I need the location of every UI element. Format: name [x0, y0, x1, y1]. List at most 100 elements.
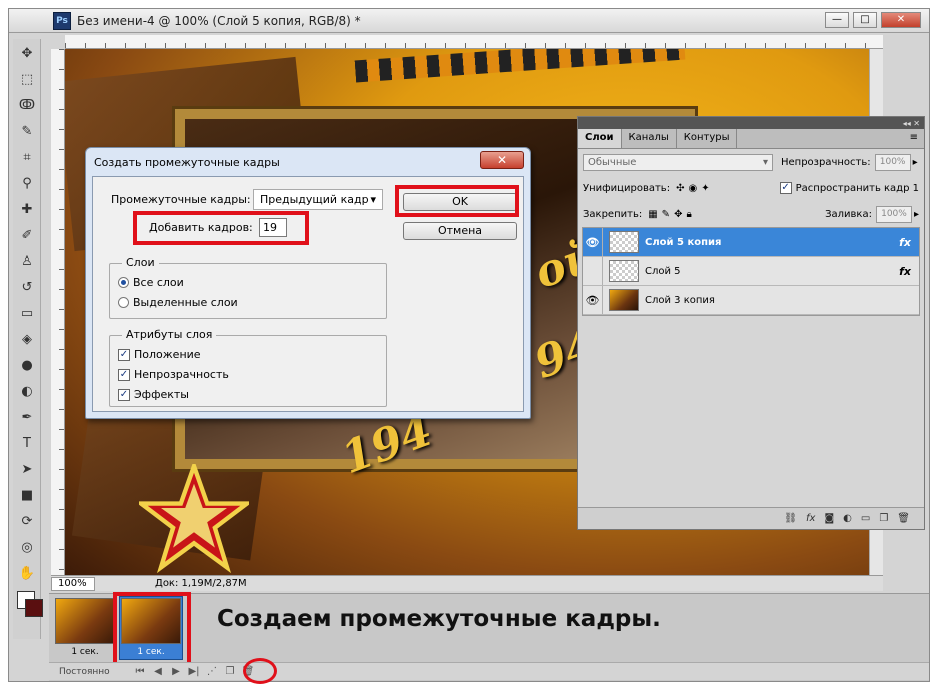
- fill-field[interactable]: 100%: [875, 205, 912, 223]
- layer-name: Слой 5: [645, 265, 681, 277]
- dodge-tool-icon[interactable]: ◐: [16, 380, 38, 402]
- eye-icon[interactable]: 👁︎: [583, 228, 603, 256]
- close-icon[interactable]: ✕: [480, 151, 524, 169]
- frames-to-add-field[interactable]: 19: [259, 218, 287, 237]
- close-icon[interactable]: ✕: [881, 12, 921, 28]
- parameters-group-title: Атрибуты слоя: [122, 328, 217, 341]
- opacity-checkbox[interactable]: ✓ Непрозрачность: [118, 368, 229, 381]
- layers-group: Слои Все слои Выделенные слои: [109, 256, 387, 319]
- loop-select[interactable]: Постоянно: [59, 667, 131, 677]
- maximize-icon[interactable]: □: [853, 12, 877, 28]
- healing-tool-icon[interactable]: ✚: [16, 198, 38, 220]
- effects-label: Эффекты: [134, 388, 189, 401]
- fill-arrow-icon[interactable]: ▸: [914, 209, 919, 220]
- radio-selected-icon: [118, 277, 129, 288]
- propagate-frame-checkbox[interactable]: ✓: [779, 182, 792, 194]
- document-size-info[interactable]: Док: 1,19M/2,87M: [155, 578, 247, 589]
- lock-transparency-icon[interactable]: ▦: [648, 209, 657, 220]
- layers-group-title: Слои: [122, 256, 159, 269]
- opacity-field[interactable]: 100%: [874, 153, 911, 171]
- lock-position-icon[interactable]: ✥: [674, 209, 682, 220]
- duplicate-frame-icon[interactable]: ❐: [221, 666, 239, 677]
- effects-checkbox[interactable]: ✓ Эффекты: [118, 388, 189, 401]
- eyedropper-tool-icon[interactable]: ⚲: [16, 172, 38, 194]
- selected-layers-radio[interactable]: Выделенные слои: [118, 296, 238, 309]
- blend-mode-select[interactable]: Обычные ▾: [583, 153, 773, 171]
- cancel-button[interactable]: Отмена: [403, 222, 517, 240]
- horizontal-ruler: [65, 35, 883, 49]
- layer-style-icon[interactable]: fx: [806, 513, 815, 524]
- eye-icon[interactable]: 👁︎: [583, 286, 603, 314]
- 3d-orbit-tool-icon[interactable]: ◎: [16, 536, 38, 558]
- highlight-frame: [395, 185, 519, 217]
- type-tool-icon[interactable]: T: [16, 432, 38, 454]
- adjustment-layer-icon[interactable]: ◐: [843, 513, 852, 524]
- photoshop-logo-icon: Ps: [53, 11, 71, 30]
- new-group-icon[interactable]: ▭: [861, 513, 870, 524]
- 3d-rotate-tool-icon[interactable]: ⟳: [16, 510, 38, 532]
- unify-position-icon[interactable]: ✣: [676, 183, 684, 194]
- trash-icon[interactable]: 🗑︎: [897, 513, 910, 524]
- shape-tool-icon[interactable]: ■: [16, 484, 38, 506]
- marquee-tool-icon[interactable]: ⬚: [16, 68, 38, 90]
- checkmark-icon: ✓: [118, 388, 130, 401]
- tab-paths[interactable]: Контуры: [677, 129, 738, 148]
- unify-style-icon[interactable]: ✦: [701, 183, 709, 194]
- panel-menu-icon[interactable]: ≡: [904, 129, 924, 148]
- panel-collapse-icon[interactable]: ◂◂ ✕: [578, 117, 924, 129]
- lasso-tool-icon[interactable]: ↂ: [16, 94, 38, 116]
- frame-delay[interactable]: 1 сек.: [55, 647, 115, 657]
- animation-frame-1[interactable]: [55, 598, 115, 644]
- all-layers-radio[interactable]: Все слои: [118, 276, 184, 289]
- layer-row[interactable]: 👁︎ Слой 5 копия fx: [583, 228, 919, 257]
- fx-icon[interactable]: fx: [899, 265, 911, 278]
- quick-select-tool-icon[interactable]: ✎: [16, 120, 38, 142]
- move-tool-icon[interactable]: ✥: [16, 42, 38, 64]
- tween-icon[interactable]: ⋰: [203, 666, 221, 677]
- lock-all-icon[interactable]: 🔒︎: [686, 209, 691, 220]
- first-frame-icon[interactable]: ⏮: [131, 666, 149, 677]
- bucket-tool-icon[interactable]: ◈: [16, 328, 38, 350]
- position-checkbox[interactable]: ✓ Положение: [118, 348, 201, 361]
- lock-pixels-icon[interactable]: ✎: [662, 209, 670, 220]
- tween-with-value: Предыдущий кадр: [260, 193, 369, 206]
- previous-frame-icon[interactable]: ◀: [149, 666, 167, 677]
- zoom-level-field[interactable]: 100%: [51, 576, 95, 591]
- opacity-label: Непрозрачность:: [781, 156, 871, 168]
- fx-icon[interactable]: fx: [899, 236, 911, 249]
- unify-visibility-icon[interactable]: ◉: [688, 183, 697, 194]
- crop-tool-icon[interactable]: ⌗: [16, 146, 38, 168]
- layer-mask-icon[interactable]: ◙: [824, 513, 834, 524]
- background-color-swatch[interactable]: [25, 599, 43, 617]
- document-status-bar: 100% Док: 1,19M/2,87M: [51, 575, 883, 591]
- pen-tool-icon[interactable]: ✒: [16, 406, 38, 428]
- tab-layers[interactable]: Слои: [578, 129, 622, 148]
- layer-thumbnail: [609, 289, 639, 311]
- link-layers-icon[interactable]: ⛓: [784, 513, 797, 524]
- next-frame-icon[interactable]: ▶|: [185, 666, 203, 677]
- tween-with-select[interactable]: Предыдущий кадр ▾: [253, 189, 383, 210]
- dialog-body: Промежуточные кадры: Предыдущий кадр ▾ Д…: [92, 176, 524, 412]
- tab-channels[interactable]: Каналы: [622, 129, 677, 148]
- document-title: Без имени-4 @ 100% (Слой 5 копия, RGB/8)…: [77, 13, 361, 28]
- stamp-tool-icon[interactable]: ♙: [16, 250, 38, 272]
- eye-hidden-icon[interactable]: [583, 257, 603, 285]
- fill-label: Заливка:: [825, 208, 872, 220]
- layers-list: 👁︎ Слой 5 копия fx Слой 5 fx 👁︎ Слой 3 к…: [582, 227, 920, 316]
- checkmark-icon: ✓: [118, 368, 130, 381]
- opacity-arrow-icon[interactable]: ▸: [913, 157, 918, 168]
- blur-tool-icon[interactable]: ●: [16, 354, 38, 376]
- layer-row[interactable]: 👁︎ Слой 3 копия: [583, 286, 919, 315]
- opacity-param-label: Непрозрачность: [134, 368, 229, 381]
- history-brush-tool-icon[interactable]: ↺: [16, 276, 38, 298]
- brush-tool-icon[interactable]: ✐: [16, 224, 38, 246]
- new-layer-icon[interactable]: ❐: [879, 513, 888, 524]
- hand-tool-icon[interactable]: ✋: [16, 562, 38, 584]
- play-icon[interactable]: ▶: [167, 666, 185, 677]
- minimize-icon[interactable]: —: [825, 12, 849, 28]
- layers-panel: ◂◂ ✕ Слои Каналы Контуры ≡ Обычные ▾ Неп…: [577, 116, 925, 530]
- path-select-tool-icon[interactable]: ➤: [16, 458, 38, 480]
- layers-panel-footer: ⛓ fx ◙ ◐ ▭ ❐ 🗑︎: [578, 507, 924, 529]
- layer-row[interactable]: Слой 5 fx: [583, 257, 919, 286]
- eraser-tool-icon[interactable]: ▭: [16, 302, 38, 324]
